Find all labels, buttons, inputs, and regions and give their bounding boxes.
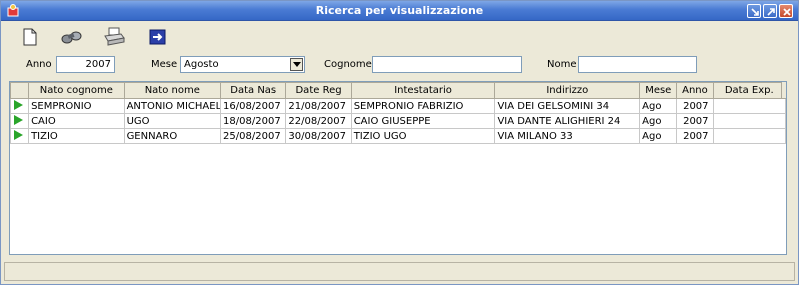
table-cell: 30/08/2007	[285, 128, 352, 144]
table-cell: Ago	[639, 113, 678, 129]
table-cell: CAIO	[28, 113, 125, 129]
table-cell	[712, 113, 786, 129]
table-cell: VIA MILANO 33	[494, 128, 641, 144]
indicator-column-header	[10, 82, 30, 99]
table-cell: 2007	[676, 128, 714, 144]
search-button[interactable]	[59, 26, 82, 48]
row-indicator	[10, 128, 30, 144]
table-cell: 21/08/2007	[285, 98, 352, 114]
anno-label: Anno	[26, 59, 52, 70]
mese-select-value: Agosto	[184, 59, 219, 70]
mese-label: Mese	[151, 59, 178, 70]
close-icon	[783, 8, 791, 16]
column-header[interactable]: Nato cognome	[28, 82, 125, 99]
table-row[interactable]: CAIO UGO 18/08/2007 22/08/2007 CAIO GIUS…	[10, 113, 786, 129]
exit-button[interactable]	[147, 26, 169, 48]
table-row[interactable]: TIZIO GENNARO 25/08/2007 30/08/2007 TIZI…	[10, 128, 786, 144]
table-header-row: Nato cognome Nato nome Data Nas Date Reg…	[10, 82, 786, 99]
print-button[interactable]	[103, 26, 125, 48]
table-cell: 2007	[676, 98, 714, 114]
table-cell: VIA DEI GELSOMINI 34	[494, 98, 641, 114]
table-row[interactable]: SEMPRONIO ANTONIO MICHAEL 16/08/2007 21/…	[10, 98, 786, 114]
column-header[interactable]: Anno	[676, 82, 714, 99]
table-cell: 18/08/2007	[220, 113, 287, 129]
nome-label: Nome	[547, 59, 577, 70]
toolbar	[1, 22, 798, 52]
play-arrow-icon	[14, 99, 23, 110]
column-header[interactable]: Data Exp.	[712, 82, 786, 99]
table-cell: GENNARO	[123, 128, 222, 144]
minimize-button[interactable]	[747, 4, 761, 18]
table-cell	[712, 98, 786, 114]
column-header[interactable]: Indirizzo	[494, 82, 641, 99]
table-cell: TIZIO	[28, 128, 125, 144]
table-cell: ANTONIO MICHAEL	[123, 98, 222, 114]
maximize-icon	[767, 8, 775, 16]
column-header[interactable]: Date Reg	[285, 82, 352, 99]
maximize-button[interactable]	[763, 4, 777, 18]
row-indicator	[10, 113, 30, 129]
filter-bar: Anno 2007 Mese Agosto Cognome Nome	[1, 54, 798, 76]
exit-arrow-icon	[149, 29, 166, 45]
table-cell: 22/08/2007	[285, 113, 352, 129]
new-document-icon	[23, 28, 37, 46]
binoculars-search-icon	[61, 31, 82, 44]
table-cell: 25/08/2007	[220, 128, 287, 144]
play-arrow-icon	[14, 129, 23, 140]
new-button[interactable]	[19, 26, 41, 48]
table-cell: SEMPRONIO	[28, 98, 125, 114]
printer-icon	[104, 27, 125, 46]
table-cell: 2007	[676, 113, 714, 129]
column-header[interactable]: Mese	[639, 82, 678, 99]
nome-field[interactable]	[578, 56, 697, 73]
table-cell: CAIO GIUSEPPE	[350, 113, 496, 129]
column-header[interactable]: Data Nas	[220, 82, 287, 99]
minimize-icon	[751, 8, 759, 16]
table-cell: Ago	[639, 98, 678, 114]
table-cell	[712, 128, 786, 144]
table-cell: Ago	[639, 128, 678, 144]
chevron-down-icon	[293, 62, 301, 67]
cognome-label: Cognome	[324, 59, 372, 70]
cognome-field[interactable]	[372, 56, 522, 73]
dropdown-button[interactable]	[290, 58, 303, 71]
column-header[interactable]: Intestatario	[350, 82, 496, 99]
mese-select[interactable]: Agosto	[180, 56, 305, 73]
anno-field[interactable]: 2007	[56, 56, 115, 73]
close-button[interactable]	[779, 4, 793, 18]
table-cell: VIA DANTE ALIGHIERI 24	[494, 113, 641, 129]
results-table: Nato cognome Nato nome Data Nas Date Reg…	[9, 81, 787, 255]
table-cell: 16/08/2007	[220, 98, 287, 114]
title-bar[interactable]: Ricerca per visualizzazione	[1, 1, 798, 21]
window-title: Ricerca per visualizzazione	[315, 4, 484, 17]
play-arrow-icon	[14, 114, 23, 125]
status-bar	[4, 262, 795, 281]
row-indicator	[10, 98, 30, 114]
table-cell: SEMPRONIO FABRIZIO	[350, 98, 496, 114]
scrollbar[interactable]	[781, 82, 786, 98]
search-window: Ricerca per visualizzazione Anno 2007 Me…	[0, 0, 799, 285]
table-cell: TIZIO UGO	[350, 128, 496, 144]
column-header[interactable]: Nato nome	[123, 82, 222, 99]
table-cell: UGO	[123, 113, 222, 129]
